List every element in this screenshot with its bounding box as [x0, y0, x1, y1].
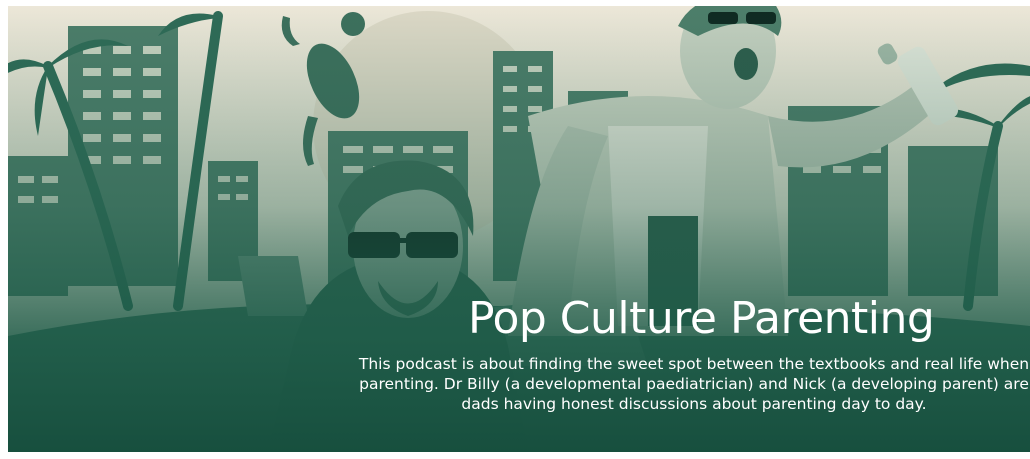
page: Pop Culture Parenting This podcast is ab…: [0, 0, 1030, 459]
podcast-title: Pop Culture Parenting: [468, 293, 935, 344]
description-line: This podcast is about finding the sweet …: [358, 355, 1030, 373]
description-line: dads having honest discussions about par…: [461, 395, 927, 413]
description-line: parenting. Dr Billy (a developmental pae…: [359, 375, 1029, 393]
banner-text: Pop Culture Parenting This podcast is ab…: [358, 294, 1030, 414]
podcast-description: This podcast is about finding the sweet …: [358, 354, 1030, 414]
podcast-banner: Pop Culture Parenting This podcast is ab…: [8, 6, 1030, 452]
